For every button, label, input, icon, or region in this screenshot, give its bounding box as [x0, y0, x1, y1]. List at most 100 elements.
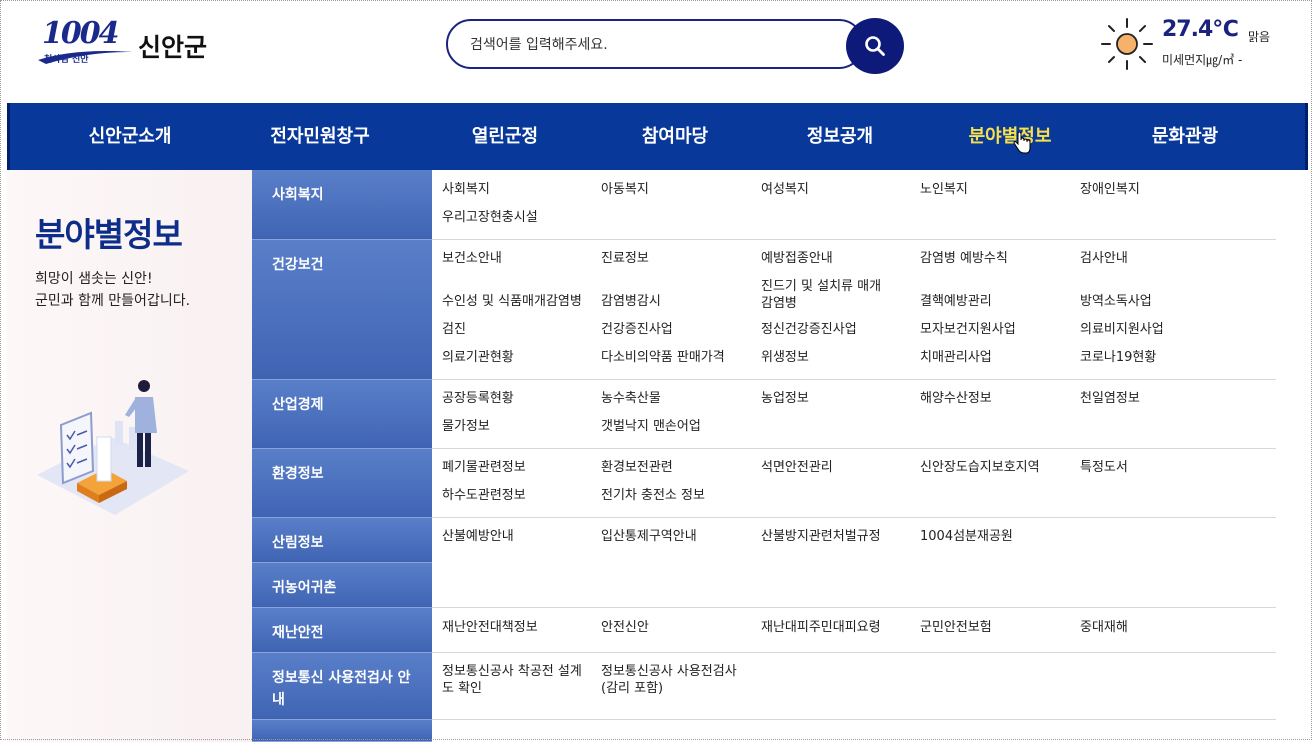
category-label: 환경정보 [272, 466, 324, 482]
link-item[interactable]: 결핵예방관리 [920, 293, 992, 310]
link-item[interactable]: 물가정보 [442, 418, 490, 435]
link-item[interactable]: 정보통신공사 사용전검사 (감리 포함) [601, 663, 751, 697]
category-label: 산업경제 [272, 397, 324, 413]
main-nav: 신안군소개 전자민원창구 열린군정 참여마당 정보공개 분야별정보 문화관광 [7, 103, 1308, 170]
link-item[interactable]: 천일염정보 [1080, 390, 1140, 407]
link-item[interactable]: 재난안전대책정보 [442, 619, 538, 636]
nav-item-open-gov[interactable]: 열린군정 [410, 103, 600, 170]
row-divider [432, 607, 1276, 608]
category-next[interactable] [252, 720, 432, 742]
category-label: 정보통신 사용전검사 안내 [272, 670, 411, 708]
weather-condition: 맑음 [1248, 30, 1271, 44]
link-item[interactable]: 입산통제구역안내 [601, 528, 697, 545]
link-item[interactable]: 진료정보 [601, 250, 649, 267]
link-item[interactable]: 안전신안 [601, 619, 649, 636]
nav-item-civil[interactable]: 전자민원창구 [210, 103, 430, 170]
link-item[interactable]: 검사안내 [1080, 250, 1128, 267]
link-item[interactable]: 정신건강증진사업 [761, 321, 857, 338]
search-input[interactable] [468, 33, 832, 57]
row-divider [432, 719, 1276, 720]
nav-item-participation[interactable]: 참여마당 [580, 103, 770, 170]
link-item[interactable]: 방역소독사업 [1080, 293, 1152, 310]
link-item[interactable]: 수인성 및 식품매개감염병 [442, 293, 582, 310]
link-item[interactable]: 의료기관현황 [442, 349, 514, 366]
row-divider [432, 517, 1276, 518]
row-divider [432, 239, 1276, 240]
side-desc-line2: 군민과 함께 만들어갑니다. [35, 293, 191, 309]
nav-item-field-info[interactable]: 분야별정보 [915, 103, 1105, 170]
link-item[interactable]: 특정도서 [1080, 459, 1128, 476]
category-industry[interactable]: 산업경제 [252, 380, 432, 449]
link-item[interactable]: 모자보건지원사업 [920, 321, 1016, 338]
link-item[interactable]: 진드기 및 설치류 매개 감염병 [761, 278, 896, 312]
category-health[interactable]: 건강보건 [252, 240, 432, 380]
link-item[interactable]: 농수축산물 [601, 390, 661, 407]
link-item[interactable]: 검진 [442, 321, 466, 338]
hand-cursor-icon [1013, 132, 1031, 154]
link-item[interactable]: 재난대피주민대피요령 [761, 619, 881, 636]
nav-item-about[interactable]: 신안군소개 [40, 103, 220, 170]
link-item[interactable]: 노인복지 [920, 181, 968, 198]
link-item[interactable]: 신안장도습지보호지역 [920, 459, 1040, 476]
link-item[interactable]: 1004섬분재공원 [920, 528, 1013, 545]
sun-icon [1101, 18, 1153, 70]
row-divider [432, 448, 1276, 449]
search-box [446, 19, 864, 69]
link-item[interactable]: 산불방지관련처벌규정 [761, 528, 881, 545]
category-environment[interactable]: 환경정보 [252, 449, 432, 518]
search-button[interactable] [846, 18, 904, 74]
nav-item-culture-tour[interactable]: 문화관광 [1090, 103, 1280, 170]
category-label: 산림정보 [272, 535, 324, 551]
link-item[interactable]: 농업정보 [761, 390, 809, 407]
side-description: 희망이 샘솟는 신안! 군민과 함께 만들어갑니다. [35, 268, 190, 312]
link-item[interactable]: 산불예방안내 [442, 528, 514, 545]
link-item[interactable]: 해양수산정보 [920, 390, 992, 407]
row-divider [432, 652, 1276, 653]
link-item[interactable]: 공장등록현황 [442, 390, 514, 407]
link-item[interactable]: 치매관리사업 [920, 349, 992, 366]
link-item[interactable]: 아동복지 [601, 181, 649, 198]
category-label: 사회복지 [272, 187, 324, 203]
link-item[interactable]: 환경보전관련 [601, 459, 673, 476]
temperature: 27.4℃ [1162, 17, 1239, 42]
logo-name: 신안군 [138, 33, 208, 62]
link-item[interactable]: 사회복지 [442, 181, 490, 198]
logo-number: 1004 [42, 16, 119, 51]
link-item[interactable]: 폐기물관련정보 [442, 459, 526, 476]
link-item[interactable]: 장애인복지 [1080, 181, 1140, 198]
link-item[interactable]: 위생정보 [761, 349, 809, 366]
link-item[interactable]: 건강증진사업 [601, 321, 673, 338]
link-item[interactable]: 석면안전관리 [761, 459, 833, 476]
link-item[interactable]: 전기차 충전소 정보 [601, 487, 705, 504]
category-ict-inspection[interactable]: 정보통신 사용전검사 안내 [252, 653, 432, 720]
side-desc-line1: 희망이 샘솟는 신안! [35, 271, 153, 287]
office-worker-illustration [37, 380, 189, 515]
link-item[interactable]: 군민안전보험 [920, 619, 992, 636]
link-item[interactable]: 정보통신공사 착공전 설계도 확인 [442, 663, 582, 697]
category-forestry[interactable]: 산림정보 [252, 518, 432, 563]
link-item[interactable]: 예방접종안내 [761, 250, 833, 267]
link-item[interactable]: 의료비지원사업 [1080, 321, 1164, 338]
link-item[interactable]: 우리고장현충시설 [442, 209, 538, 226]
site-logo[interactable]: 1004 천사섬 신안 신안군 [36, 16, 236, 76]
link-item[interactable]: 하수도관련정보 [442, 487, 526, 504]
row-divider [432, 379, 1276, 380]
link-item[interactable]: 코로나19현황 [1080, 349, 1156, 366]
category-disaster-safety[interactable]: 재난안전 [252, 608, 432, 653]
logo-subtitle: 천사섬 신안 [44, 55, 89, 65]
link-item[interactable]: 감염병감시 [601, 293, 661, 310]
link-item[interactable]: 보건소안내 [442, 250, 502, 267]
link-item[interactable]: 여성복지 [761, 181, 809, 198]
category-social-welfare[interactable]: 사회복지 [252, 170, 432, 240]
category-return-farming[interactable]: 귀농어귀촌 [252, 563, 432, 608]
link-item[interactable]: 갯벌낙지 맨손어업 [601, 418, 701, 435]
link-item[interactable]: 감염병 예방수칙 [920, 250, 1008, 267]
side-title: 분야별정보 [35, 215, 183, 254]
side-panel: 분야별정보 희망이 샘솟는 신안! 군민과 함께 만들어갑니다. [7, 170, 252, 742]
link-item[interactable]: 다소비의약품 판매가격 [601, 349, 725, 366]
category-label: 귀농어귀촌 [272, 580, 337, 596]
category-label: 재난안전 [272, 625, 324, 641]
weather-widget: 27.4℃ 맑음 미세먼지㎍/㎥ - [1098, 14, 1298, 74]
nav-item-info-disclosure[interactable]: 정보공개 [745, 103, 935, 170]
link-item[interactable]: 중대재해 [1080, 619, 1128, 636]
